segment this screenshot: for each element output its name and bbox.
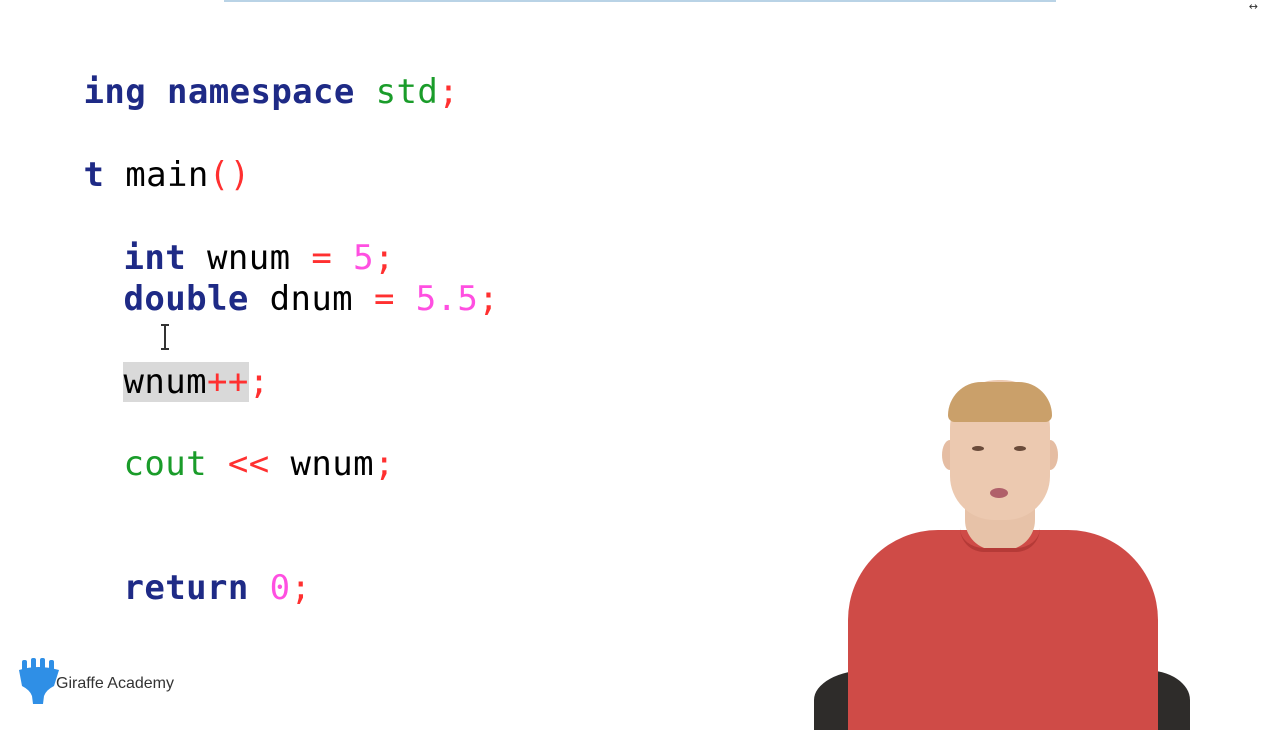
namespace-std: std <box>375 72 439 112</box>
parens: () <box>208 155 251 195</box>
shirt-collar <box>960 528 1040 552</box>
semicolon: ; <box>373 444 395 484</box>
text-cursor-icon <box>161 324 169 350</box>
giraffe-academy-logo: Giraffe Academy <box>16 656 174 706</box>
operator-assign: = <box>373 279 395 319</box>
variable-wnum: wnum <box>123 362 207 402</box>
code-line-return: return 0; <box>40 528 311 648</box>
keyword-return: return <box>123 568 249 608</box>
keyword-namespace: namespace <box>166 72 355 112</box>
code-line-cout: cout << wnum; <box>40 404 395 524</box>
text-selection[interactable]: wnum++ <box>123 362 249 402</box>
keyword-int: t <box>83 155 105 195</box>
number-literal: 0 <box>269 568 291 608</box>
semicolon: ; <box>478 279 500 319</box>
keyword-using: ing <box>83 72 147 112</box>
semicolon: ; <box>290 568 312 608</box>
brand-name: Giraffe Academy <box>56 675 174 692</box>
identifier-cout: cout <box>123 444 207 484</box>
presenter-eye-left <box>972 446 984 451</box>
function-name-main: main <box>125 155 209 195</box>
operator-increment: ++ <box>206 362 249 402</box>
type-double: double <box>123 279 249 319</box>
number-literal: 5.5 <box>415 279 479 319</box>
presenter-hair <box>948 382 1052 422</box>
presenter-video <box>800 370 1280 730</box>
variable-dnum: dnum <box>269 279 354 319</box>
semicolon: ; <box>438 72 460 112</box>
presenter-torso <box>848 530 1158 730</box>
code-editor[interactable]: ing namespace std; t main() int wnum = 5… <box>0 0 900 640</box>
presenter-mouth <box>990 488 1008 498</box>
operator-insertion: << <box>227 444 270 484</box>
semicolon: ; <box>248 362 270 402</box>
resize-arrow-icon[interactable]: ↔ <box>1249 0 1258 13</box>
presenter-eye-right <box>1014 446 1026 451</box>
variable-wnum: wnum <box>290 444 374 484</box>
